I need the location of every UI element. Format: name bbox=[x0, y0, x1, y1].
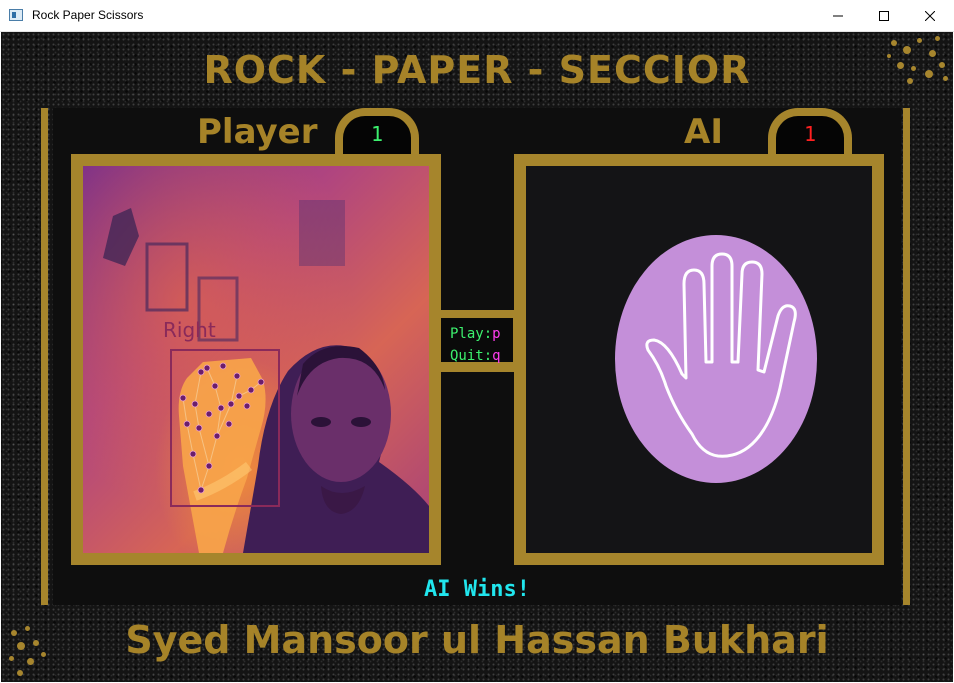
minimize-icon bbox=[833, 15, 843, 17]
hand-label: Right bbox=[163, 318, 216, 342]
window-titlebar: Rock Paper Scissors bbox=[0, 0, 954, 32]
webcam-scene bbox=[103, 200, 429, 553]
game-canvas: ROCK - PAPER - SECCIOR Player AI 1 1 Rig… bbox=[1, 32, 953, 682]
minimize-button[interactable] bbox=[815, 0, 861, 32]
player-frame: Right bbox=[71, 154, 441, 565]
window-title: Rock Paper Scissors bbox=[32, 8, 144, 22]
player-score: 1 bbox=[370, 122, 384, 146]
author-name: Syed Mansoor ul Hassan Bukhari bbox=[125, 618, 829, 662]
game-title: ROCK - PAPER - SECCIOR bbox=[203, 48, 751, 92]
ai-frame bbox=[514, 154, 884, 565]
ai-score-box: 1 bbox=[768, 108, 852, 156]
play-label: Play: bbox=[450, 326, 493, 342]
quit-label: Quit: bbox=[450, 348, 493, 364]
maximize-button[interactable] bbox=[861, 0, 907, 32]
ai-score: 1 bbox=[803, 122, 817, 146]
left-gold-bar bbox=[41, 108, 48, 605]
right-gold-bar bbox=[903, 108, 910, 605]
close-icon bbox=[925, 11, 935, 21]
controls-text: Play:p Quit:q bbox=[450, 323, 501, 367]
quit-key: q bbox=[492, 348, 501, 364]
ai-label: AI bbox=[684, 112, 723, 152]
close-button[interactable] bbox=[907, 0, 953, 32]
player-label: Player bbox=[197, 112, 318, 152]
ai-gesture-display bbox=[615, 235, 817, 483]
player-webcam-feed: Right bbox=[83, 166, 429, 553]
app-icon bbox=[9, 9, 23, 21]
play-key: p bbox=[492, 326, 501, 342]
result-message: AI Wins! bbox=[424, 577, 530, 602]
maximize-icon bbox=[879, 11, 889, 21]
player-score-box: 1 bbox=[335, 108, 419, 156]
